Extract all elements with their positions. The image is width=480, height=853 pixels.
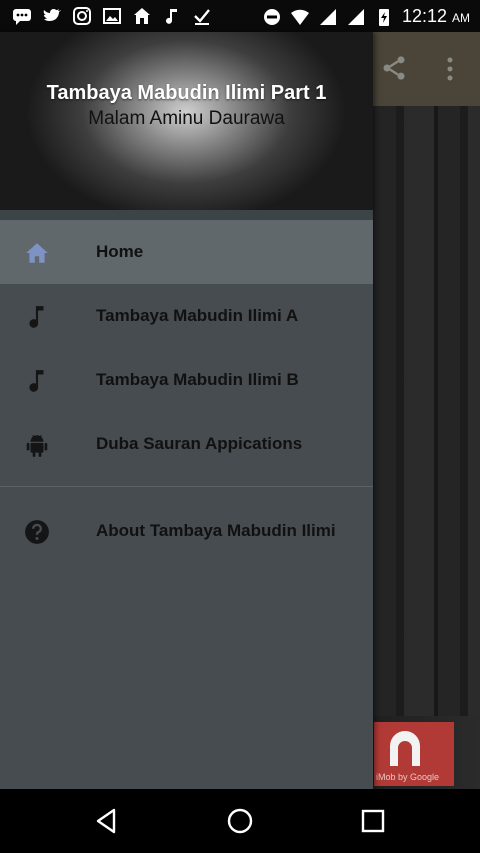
drawer-subtitle: Malam Aminu Daurawa	[88, 108, 285, 129]
photo-overlay	[374, 106, 480, 716]
home-icon	[134, 8, 150, 24]
chat-icon	[13, 9, 31, 25]
instagram-icon	[73, 7, 91, 25]
drawer-item-label: Tambaya Mabudin Ilimi B	[96, 370, 299, 389]
music-note-icon	[29, 370, 44, 392]
drawer-item-home[interactable]: Home	[0, 220, 373, 284]
home-button-icon[interactable]	[226, 807, 254, 835]
more-vert-icon[interactable]	[440, 56, 460, 82]
drawer-item-label: Duba Sauran Appications	[96, 434, 303, 453]
help-icon	[25, 520, 49, 544]
signal-icon	[347, 9, 364, 25]
music-icon	[166, 9, 177, 24]
ad-logo-icon	[390, 731, 420, 766]
ad-text: iMob by Google	[376, 772, 440, 782]
drawer-header: Tambaya Mabudin Ilimi Part 1 Malam Aminu…	[0, 32, 373, 210]
menu-divider	[0, 486, 373, 487]
header-divider	[0, 210, 373, 220]
drawer-item-tambaya-a[interactable]: Tambaya Mabudin Ilimi A	[0, 284, 373, 348]
home-icon	[26, 243, 48, 263]
twitter-icon	[43, 9, 61, 21]
recents-icon[interactable]	[359, 807, 387, 835]
wifi-icon	[290, 9, 309, 25]
drawer-item-label: About Tambaya Mabudin Ilimi	[96, 521, 336, 540]
battery-charging-icon	[378, 9, 389, 26]
share-icon[interactable]	[380, 54, 408, 82]
android-icon	[26, 434, 48, 457]
drawer-title: Tambaya Mabudin Ilimi Part 1	[46, 82, 327, 104]
drawer-item-about[interactable]: About Tambaya Mabudin Ilimi	[0, 499, 373, 563]
status-time: 12:12 AM	[401, 6, 470, 26]
drawer-item-label: Home	[96, 242, 144, 261]
image-icon	[103, 8, 121, 24]
music-note-icon	[29, 306, 44, 328]
back-icon[interactable]	[92, 807, 120, 835]
download-check-icon	[194, 9, 210, 25]
drawer-item-tambaya-b[interactable]: Tambaya Mabudin Ilimi B	[0, 348, 373, 412]
drawer-menu: Home Tambaya Mabudin Ilimi A Tambaya Mab…	[0, 220, 373, 563]
system-nav-bar	[0, 789, 480, 853]
drawer-item-label: Tambaya Mabudin Ilimi A	[96, 306, 299, 325]
dnd-icon	[263, 9, 280, 25]
navigation-drawer: Tambaya Mabudin Ilimi Part 1 Malam Aminu…	[0, 32, 373, 789]
status-bar: 12:12 AM	[0, 0, 480, 32]
signal-icon	[319, 9, 336, 25]
drawer-item-more-apps[interactable]: Duba Sauran Appications	[0, 412, 373, 476]
